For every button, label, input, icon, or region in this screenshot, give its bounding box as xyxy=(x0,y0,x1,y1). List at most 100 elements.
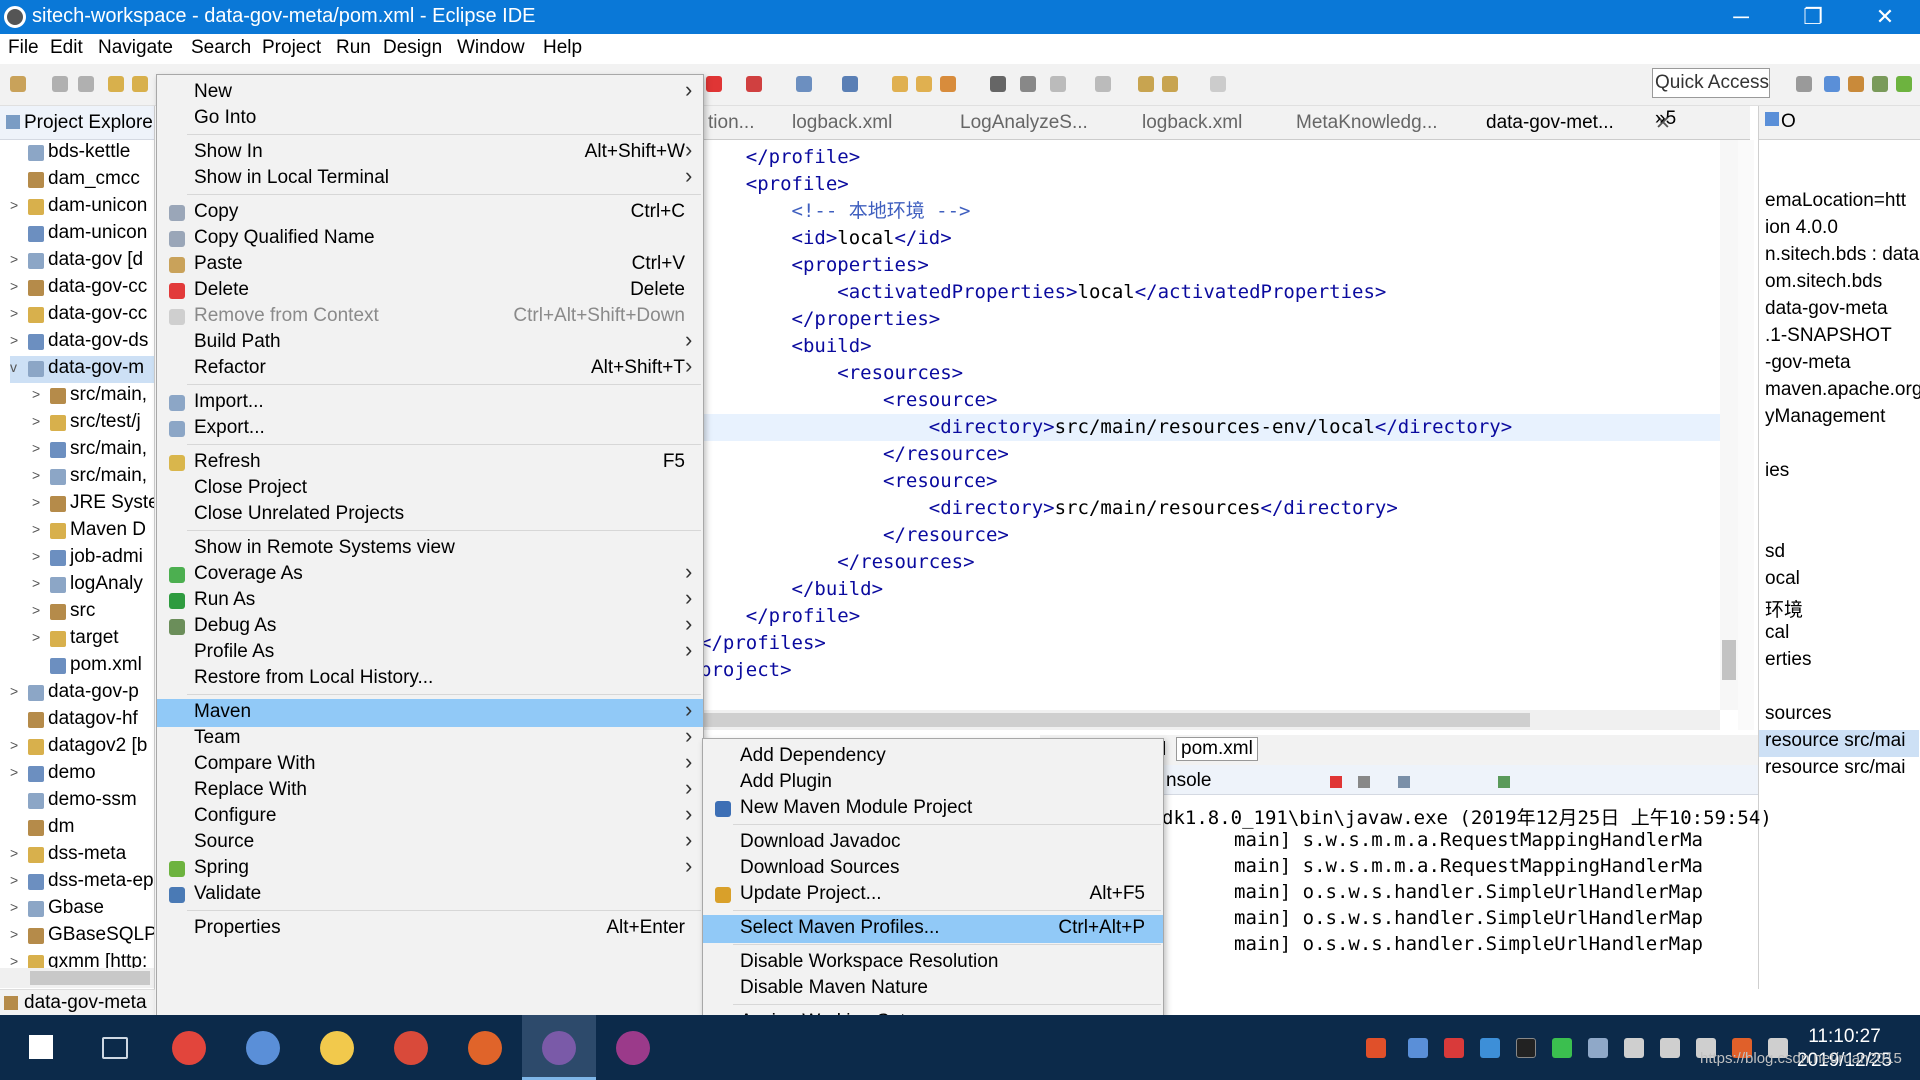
menu-item-refresh[interactable]: Refresh F5 xyxy=(157,449,703,477)
menu-item-build-path[interactable]: Build Path › xyxy=(157,327,703,357)
build-icon[interactable] xyxy=(108,76,124,92)
project-tree-item[interactable]: > GBaseSQLPa xyxy=(10,923,154,950)
menu-search[interactable]: Search xyxy=(191,37,251,59)
menu-item-import[interactable]: Import... xyxy=(157,389,703,417)
menu-item-new[interactable]: New › xyxy=(157,77,703,107)
menu-item-refactor[interactable]: Refactor Alt+Shift+T › xyxy=(157,353,703,383)
menu-item-new-maven-module-project[interactable]: New Maven Module Project xyxy=(703,795,1163,823)
outline-item[interactable]: n.sitech.bds : data xyxy=(1765,244,1919,271)
last-edit-icon[interactable] xyxy=(1138,76,1154,92)
project-tree-item[interactable]: > job-admi xyxy=(32,545,154,572)
menu-item-debug-as[interactable]: Debug As › xyxy=(157,611,703,641)
volume-icon[interactable] xyxy=(1660,1038,1680,1058)
debug-perspective-icon[interactable] xyxy=(1872,76,1888,92)
collapsed-arrow-icon[interactable]: > xyxy=(10,737,24,753)
collapsed-arrow-icon[interactable]: > xyxy=(10,332,24,348)
menu-item-disable-workspace-resolution[interactable]: Disable Workspace Resolution xyxy=(703,949,1163,977)
outline-item[interactable]: 环境 xyxy=(1765,595,1803,622)
project-tree-item[interactable]: pom.xml xyxy=(32,653,154,680)
outline-item[interactable]: emaLocation=htt xyxy=(1765,190,1906,217)
project-tree-item[interactable]: > src/main, xyxy=(32,437,154,464)
menu-item-disable-maven-nature[interactable]: Disable Maven Nature xyxy=(703,975,1163,1003)
project-tree-item[interactable]: datagov-hf xyxy=(10,707,154,734)
menu-item-download-javadoc[interactable]: Download Javadoc xyxy=(703,829,1163,857)
chrome-taskbar-button[interactable] xyxy=(152,1015,226,1080)
editor-tab[interactable]: MetaKnowledg... xyxy=(1296,112,1438,134)
project-tree-item[interactable]: > data-gov [d xyxy=(10,248,154,275)
menu-item-profile-as[interactable]: Profile As › xyxy=(157,637,703,667)
external-tools-icon[interactable] xyxy=(940,76,956,92)
project-tree-item[interactable]: > target xyxy=(32,626,154,653)
collapsed-arrow-icon[interactable]: > xyxy=(32,602,46,618)
tray-app-icon[interactable] xyxy=(1480,1038,1500,1058)
menu-item-maven[interactable]: Maven › xyxy=(157,697,703,727)
menu-item-show-in-remote-systems-view[interactable]: Show in Remote Systems view xyxy=(157,535,703,563)
globe-icon[interactable] xyxy=(990,76,1006,92)
collapsed-arrow-icon[interactable]: > xyxy=(10,305,24,321)
menu-item-download-sources[interactable]: Download Sources xyxy=(703,855,1163,883)
collapsed-arrow-icon[interactable]: > xyxy=(10,683,24,699)
outline-item[interactable]: .1-SNAPSHOT xyxy=(1765,325,1892,352)
run-config-icon[interactable] xyxy=(842,76,858,92)
project-explorer-title[interactable]: Project Explore xyxy=(24,112,153,134)
menu-item-coverage-as[interactable]: Coverage As › xyxy=(157,559,703,589)
outline-item[interactable]: ocal xyxy=(1765,568,1800,595)
menu-item-show-in[interactable]: Show In Alt+Shift+W › xyxy=(157,137,703,167)
collapsed-arrow-icon[interactable]: > xyxy=(10,872,24,888)
project-tree-item[interactable]: > JRE Syste xyxy=(32,491,154,518)
collapsed-arrow-icon[interactable]: > xyxy=(32,521,46,537)
menu-item-delete[interactable]: Delete Delete xyxy=(157,277,703,305)
collapsed-arrow-icon[interactable]: > xyxy=(32,413,46,429)
restore-button[interactable]: ❐ xyxy=(1780,0,1846,34)
eclipse-taskbar-button[interactable] xyxy=(522,1015,596,1080)
project-tree-item[interactable]: > src/main, xyxy=(32,464,154,491)
project-explorer-scrollbar[interactable] xyxy=(0,968,154,988)
project-tree-item[interactable]: > Maven D xyxy=(32,518,154,545)
search-tool-icon[interactable] xyxy=(1020,76,1036,92)
project-tree-item[interactable]: > src xyxy=(32,599,154,626)
console-tab[interactable]: nsole xyxy=(1166,770,1211,792)
menu-item-source[interactable]: Source › xyxy=(157,827,703,857)
menu-design[interactable]: Design xyxy=(383,37,442,59)
project-tree-item[interactable]: v data-gov-m xyxy=(10,356,154,383)
project-tree-item[interactable]: > data-gov-ds xyxy=(10,329,154,356)
editor-bottom-tab-pom[interactable]: pom.xml xyxy=(1176,737,1258,761)
collapsed-arrow-icon[interactable]: > xyxy=(10,926,24,942)
project-tree-item[interactable]: > src/main, xyxy=(32,383,154,410)
menu-item-add-plugin[interactable]: Add Plugin xyxy=(703,769,1163,797)
collapsed-arrow-icon[interactable]: > xyxy=(32,467,46,483)
editor-horizontal-scrollbar[interactable] xyxy=(700,710,1720,730)
open-folder-icon[interactable] xyxy=(892,76,908,92)
editor-tab[interactable]: LogAnalyzeS... xyxy=(960,112,1088,134)
next-annotation-icon[interactable] xyxy=(1050,76,1066,92)
forward-icon[interactable] xyxy=(1210,76,1226,92)
console-action-icon[interactable] xyxy=(1398,776,1410,788)
collapsed-arrow-icon[interactable]: > xyxy=(32,548,46,564)
terminate-icon[interactable] xyxy=(746,76,762,92)
outline-item[interactable]: resource src/mai xyxy=(1759,730,1919,757)
project-tree-item[interactable]: > src/test/j xyxy=(32,410,154,437)
qq-icon[interactable] xyxy=(1516,1038,1536,1058)
collapsed-arrow-icon[interactable]: > xyxy=(10,197,24,213)
collapsed-arrow-icon[interactable]: > xyxy=(32,629,46,645)
sogou-ime-icon[interactable] xyxy=(1366,1038,1386,1058)
outline-item[interactable]: yManagement xyxy=(1765,406,1885,433)
outline-item[interactable]: cal xyxy=(1765,622,1789,649)
editor-tab[interactable]: tion... xyxy=(708,112,754,134)
project-tree-item[interactable]: > data-gov-cc xyxy=(10,275,154,302)
back-icon[interactable] xyxy=(1162,76,1178,92)
menu-item-team[interactable]: Team › xyxy=(157,723,703,753)
close-button[interactable]: ✕ xyxy=(1852,0,1918,34)
remote-desktop-taskbar-button[interactable] xyxy=(226,1015,300,1080)
save-all-icon[interactable] xyxy=(78,76,94,92)
menu-edit[interactable]: Edit xyxy=(50,37,83,59)
tray-shield-icon[interactable] xyxy=(1408,1038,1428,1058)
outline-item[interactable]: ies xyxy=(1765,460,1789,487)
menu-item-export[interactable]: Export... xyxy=(157,415,703,443)
editor-tab-active[interactable]: data-gov-met... xyxy=(1486,112,1614,134)
project-tree-item[interactable]: dam_cmcc xyxy=(10,167,154,194)
menu-item-close-unrelated-projects[interactable]: Close Unrelated Projects xyxy=(157,501,703,529)
network-icon[interactable] xyxy=(1588,1038,1608,1058)
open-project-icon[interactable] xyxy=(916,76,932,92)
collapsed-arrow-icon[interactable]: > xyxy=(32,440,46,456)
